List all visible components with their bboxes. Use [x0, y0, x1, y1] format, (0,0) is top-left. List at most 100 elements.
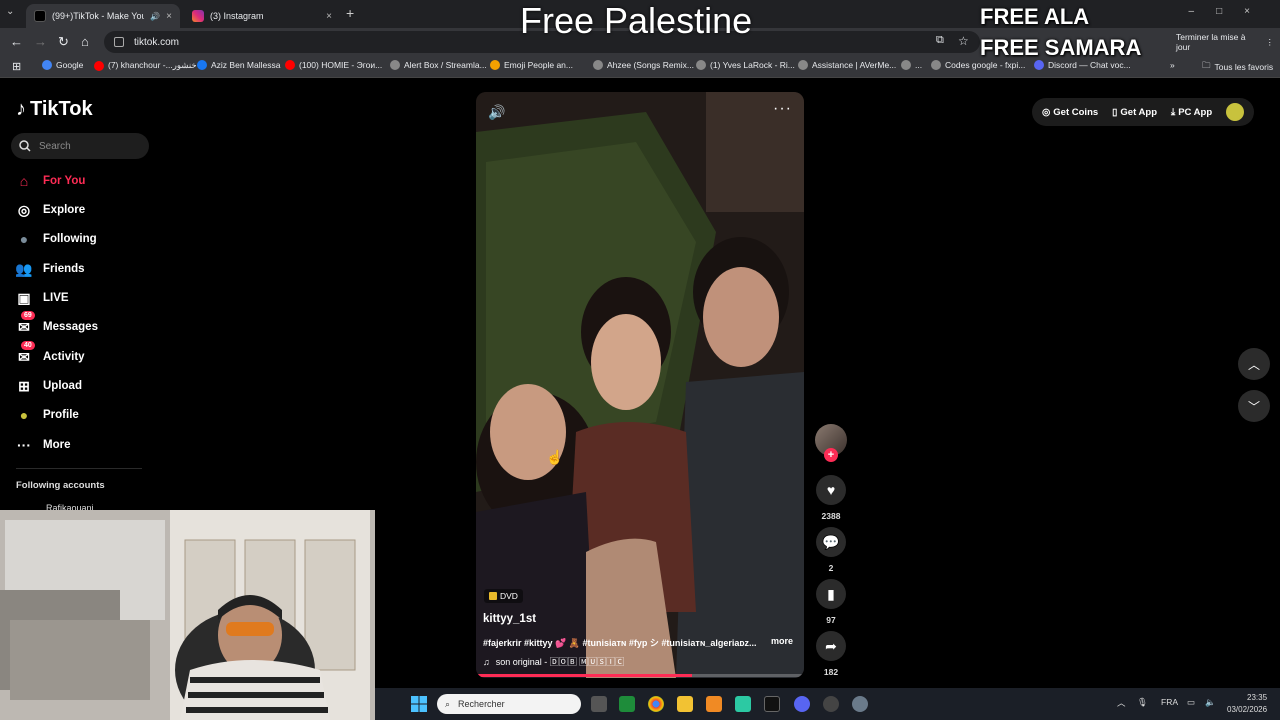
video-progress-bar[interactable]: [476, 674, 804, 677]
volume-icon[interactable]: 🔊: [488, 104, 505, 121]
bookmark-item[interactable]: Codes google - fxpi...: [931, 60, 1025, 70]
back-icon[interactable]: ←: [10, 34, 23, 49]
bookmark-item[interactable]: (100) HOMIE - Эгои...: [285, 60, 382, 70]
sidebar-item-messages[interactable]: ✉ 69 Messages: [15, 311, 98, 336]
bookmark-item[interactable]: (7) khanchour -...خنشور: [94, 60, 197, 71]
network-icon[interactable]: ▭: [1187, 697, 1195, 708]
window-controls[interactable]: –□×: [1189, 6, 1272, 17]
tab-instagram[interactable]: (3) Instagram ×: [184, 4, 340, 28]
bookmark-star-icon[interactable]: ☆: [958, 34, 969, 48]
microphone-icon[interactable]: 🎙: [1137, 697, 1148, 708]
bookmark-item[interactable]: Discord — Chat voc...: [1034, 60, 1131, 70]
save-action[interactable]: ▮ 97: [816, 579, 846, 625]
sidebar-item-live[interactable]: ▣ LIVE: [15, 289, 69, 307]
logo-text: TikTok: [30, 98, 93, 120]
install-app-icon[interactable]: ⧉: [936, 34, 944, 47]
app-icon[interactable]: [764, 696, 780, 712]
video-frame: [476, 92, 804, 678]
user-avatar[interactable]: [1226, 103, 1245, 121]
get-app-label: Get App: [1120, 106, 1157, 118]
home-icon[interactable]: ⌂: [81, 34, 89, 49]
chevron-more-icon[interactable]: »: [1170, 60, 1175, 70]
sidebar-item-more[interactable]: ··· More: [15, 436, 70, 454]
bookmark-icon[interactable]: ▮: [816, 579, 846, 609]
bookmark-item[interactable]: (1) Yves LaRock - Ri...: [696, 60, 795, 70]
app-icon[interactable]: [823, 696, 839, 712]
taskbar-search[interactable]: ⌕ Rechercher: [437, 694, 581, 714]
chevron-up-icon: ︿: [1247, 357, 1260, 372]
comment-action[interactable]: 💬 2: [816, 527, 846, 573]
sidebar-item-profile[interactable]: ● Profile: [15, 406, 79, 424]
site-info-icon[interactable]: [114, 37, 124, 47]
sidebar-item-for-you[interactable]: ⌂ For You: [15, 172, 86, 190]
sidebar-item-upload[interactable]: ⊞ Upload: [15, 377, 82, 395]
upload-icon: ⊞: [18, 377, 30, 394]
reload-icon[interactable]: ↻: [58, 34, 69, 50]
task-view-icon[interactable]: [591, 696, 607, 712]
caption-more-button[interactable]: more: [771, 636, 793, 646]
app-icon[interactable]: [706, 696, 722, 712]
bookmark-item[interactable]: Alert Box / Streamla...: [390, 60, 487, 70]
close-tab-icon[interactable]: ×: [326, 11, 332, 22]
caption-text[interactable]: #fajerkrir #kittyy 💕 🧸 #tunisiaᴛɴ #fyp シ…: [483, 638, 757, 648]
sidebar-item-explore[interactable]: ◎ Explore: [15, 201, 85, 219]
close-tab-icon[interactable]: ×: [166, 11, 172, 22]
new-tab-button[interactable]: +: [346, 5, 354, 21]
bookmark-item[interactable]: ...: [901, 60, 922, 70]
menu-dots-icon[interactable]: ⋮: [1266, 37, 1275, 48]
bookmark-favicon-icon: [696, 60, 706, 70]
video-author[interactable]: kittyy_1st: [483, 613, 536, 625]
more-options-icon[interactable]: ···: [773, 100, 792, 118]
clock[interactable]: 23:35 03/02/2026: [1227, 692, 1267, 716]
sidebar-item-activity[interactable]: ✉ 40 Activity: [15, 341, 85, 366]
sidebar-item-friends[interactable]: 👥 Friends: [15, 260, 84, 278]
settings-icon[interactable]: [852, 696, 868, 712]
bookmark-item[interactable]: Ahzee (Songs Remix...: [593, 60, 694, 70]
tab-search-icon[interactable]: ⌄: [6, 6, 14, 17]
language-indicator[interactable]: FRA: [1161, 697, 1178, 707]
app-icon[interactable]: [735, 696, 751, 712]
bookmark-label: (1) Yves LaRock - Ri...: [710, 60, 795, 70]
app-icon[interactable]: [619, 696, 635, 712]
update-button[interactable]: Terminer la mise à jour ⋮: [1170, 32, 1280, 52]
comment-icon[interactable]: 💬: [816, 527, 846, 557]
webcam-feed: [0, 510, 375, 720]
file-explorer-icon[interactable]: [677, 696, 693, 712]
forward-icon[interactable]: →: [34, 34, 47, 49]
apps-grid-icon[interactable]: ⊞: [12, 60, 21, 73]
bookmark-favicon-icon: [1034, 60, 1044, 70]
tab-tiktok[interactable]: (99+)TikTok - Make Your D 🔊 ×: [26, 4, 180, 28]
comment-count: 2: [828, 563, 834, 573]
next-video-button[interactable]: ﹀: [1238, 390, 1270, 422]
tiktok-logo[interactable]: ♪ TikTok: [16, 98, 93, 121]
follow-plus-icon[interactable]: +: [824, 448, 838, 462]
get-app-button[interactable]: ▯ Get App: [1112, 107, 1157, 118]
tray-chevron-icon[interactable]: ︿: [1117, 697, 1126, 709]
chrome-icon[interactable]: [648, 696, 664, 712]
discord-icon[interactable]: [794, 696, 810, 712]
bookmark-item[interactable]: Aziz Ben Mallessa: [197, 60, 280, 70]
bookmark-favicon-icon: [901, 60, 911, 70]
all-bookmarks[interactable]: 🗀 Tous les favoris: [1202, 60, 1273, 74]
like-action[interactable]: ♥ 2388: [816, 475, 846, 521]
bookmark-item[interactable]: Google: [42, 60, 83, 70]
like-count: 2388: [821, 511, 841, 521]
video-sound[interactable]: ♫ son original - 🄳🄾🄱 🄼🅄🅂🄸🄲: [483, 655, 624, 668]
share-icon[interactable]: ➦: [816, 631, 846, 661]
share-count: 182: [823, 667, 839, 677]
pc-app-button[interactable]: ⤓ PC App: [1171, 107, 1212, 118]
share-action[interactable]: ➦ 182: [816, 631, 846, 677]
profile-avatar-icon: ●: [19, 407, 29, 423]
tab-label: (99+)TikTok - Make Your D: [52, 11, 145, 21]
video-player[interactable]: 🔊 ··· DVD kittyy_1st #fajerkrir #kittyy …: [476, 92, 804, 678]
heart-icon[interactable]: ♥: [816, 475, 846, 505]
bookmark-item[interactable]: Assistance | AVerMe...: [798, 60, 896, 70]
get-coins-button[interactable]: ◎ Get Coins: [1042, 107, 1098, 118]
sidebar-item-following[interactable]: ● Following: [15, 230, 97, 248]
volume-icon[interactable]: 🔈: [1205, 697, 1216, 708]
search-input[interactable]: Search: [11, 133, 149, 159]
sidebar-item-label: LIVE: [43, 292, 69, 304]
bookmark-item[interactable]: Emoji People an...: [490, 60, 573, 70]
windows-start-icon[interactable]: [411, 696, 427, 712]
previous-video-button[interactable]: ︿: [1238, 348, 1270, 380]
